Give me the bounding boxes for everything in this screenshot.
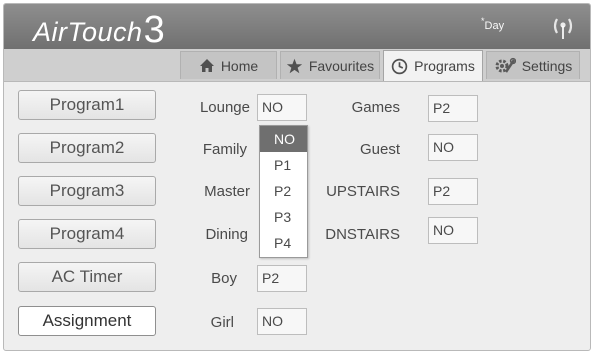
tab-favourites[interactable]: Favourites: [280, 51, 380, 79]
zone-value-games[interactable]: P2: [428, 95, 478, 122]
program3-button[interactable]: Program3: [18, 176, 156, 206]
program2-button[interactable]: Program2: [18, 133, 156, 163]
program-dropdown[interactable]: NO P1 P2 P3 P4: [259, 125, 308, 258]
zone-label-family: Family: [202, 141, 247, 158]
logo-number: 3: [143, 9, 166, 51]
dropdown-option-p4[interactable]: P4: [260, 230, 307, 256]
mode-star: *: [481, 16, 485, 26]
tab-programs-label: Programs: [414, 58, 475, 74]
mode-indicator: *Day: [481, 16, 505, 32]
program1-button[interactable]: Program1: [18, 90, 156, 120]
tab-settings-label: Settings: [521, 57, 573, 74]
clock-icon: [391, 58, 408, 74]
mode-text: Day: [484, 20, 505, 32]
app-logo: AirTouch3: [33, 8, 165, 51]
tab-bar: Home Favourites Programs Settings: [4, 49, 590, 82]
signal-icon[interactable]: [551, 14, 575, 40]
logo-text: AirTouch: [33, 17, 143, 47]
zone-value-lounge[interactable]: NO: [257, 94, 307, 121]
dropdown-option-p1[interactable]: P1: [260, 152, 307, 178]
dropdown-option-no[interactable]: NO: [260, 126, 307, 152]
tab-home-label: Home: [220, 57, 259, 74]
home-icon: [199, 59, 214, 72]
tab-favourites-label: Favourites: [308, 57, 375, 74]
dropdown-option-p3[interactable]: P3: [260, 204, 307, 230]
tab-home[interactable]: Home: [180, 51, 277, 79]
zone-value-dnstairs[interactable]: NO: [428, 217, 478, 244]
zone-value-girl[interactable]: NO: [257, 308, 307, 335]
dropdown-option-p2[interactable]: P2: [260, 178, 307, 204]
zone-label-girl: Girl: [210, 314, 234, 331]
zone-label-games: Games: [351, 99, 400, 116]
zone-label-upstairs: UPSTAIRS: [326, 183, 400, 200]
zone-label-dnstairs: DNSTAIRS: [325, 226, 400, 243]
zone-label-dining: Dining: [205, 226, 248, 243]
zone-value-upstairs[interactable]: P2: [428, 178, 478, 205]
assignment-button[interactable]: Assignment: [18, 306, 156, 336]
top-bar: AirTouch3 *Day: [4, 4, 590, 51]
zone-label-boy: Boy: [211, 270, 237, 287]
zone-label-lounge: Lounge: [199, 99, 250, 116]
tab-settings[interactable]: Settings: [486, 51, 580, 79]
tab-programs[interactable]: Programs: [383, 50, 483, 81]
ac-timer-button[interactable]: AC Timer: [18, 262, 156, 292]
zone-value-boy[interactable]: P2: [257, 265, 307, 292]
app-frame: AirTouch3 *Day Home Favourites Programs …: [3, 3, 591, 351]
star-icon: [286, 58, 302, 73]
gear-icon: [495, 57, 516, 73]
zone-label-guest: Guest: [359, 141, 400, 158]
program4-button[interactable]: Program4: [18, 219, 156, 249]
zone-value-guest[interactable]: NO: [428, 134, 478, 161]
zone-label-master: Master: [204, 183, 250, 200]
